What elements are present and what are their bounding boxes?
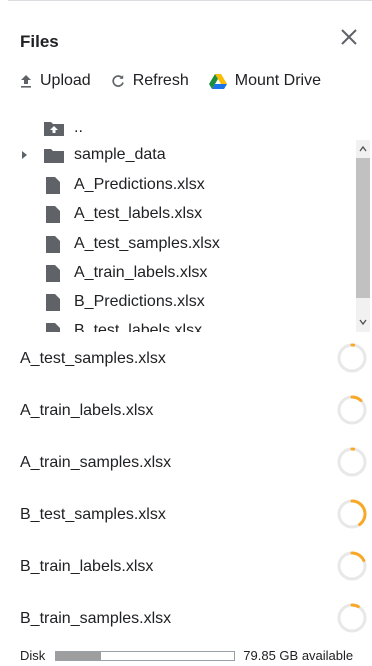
tree-item-label: A_test_labels.xlsx [74, 205, 203, 222]
panel-title: Files [20, 32, 59, 51]
file-icon [46, 265, 60, 282]
upload-row: B_test_samples.xlsx [0, 488, 372, 540]
expand-caret-icon[interactable] [22, 151, 27, 159]
upload-label: Upload [40, 72, 91, 89]
upload-progress-spinner [337, 551, 367, 581]
mount-drive-label: Mount Drive [234, 72, 321, 89]
tree-item-file[interactable]: A_test_labels.xlsx [0, 200, 350, 228]
tree-item-label: sample_data [74, 146, 166, 163]
upload-row: B_train_labels.xlsx [0, 540, 372, 592]
files-toolbar: Upload Refresh Mount Drive [20, 70, 341, 92]
upload-row: A_train_labels.xlsx [0, 384, 372, 436]
upload-progress-spinner [337, 603, 367, 633]
mount-drive-button[interactable]: Mount Drive [208, 72, 321, 90]
upload-icon [21, 75, 31, 88]
folder-icon [44, 149, 64, 163]
disk-label: Disk [20, 648, 46, 663]
upload-row: B_train_samples.xlsx [0, 592, 372, 644]
tree-item-label: A_test_samples.xlsx [74, 235, 220, 252]
upload-button[interactable]: Upload [20, 72, 91, 90]
refresh-icon [112, 75, 124, 87]
disk-available-text: 79.85 GB available [243, 648, 354, 663]
upload-file-name: A_train_labels.xlsx [20, 402, 154, 419]
tree-item-file[interactable]: B_test_labels.xlsx [0, 317, 350, 332]
scrollbar-thumb[interactable] [356, 158, 370, 298]
upload-file-name: A_test_samples.xlsx [20, 350, 166, 367]
upload-progress-spinner [337, 447, 367, 477]
upload-file-name: B_train_labels.xlsx [20, 558, 154, 575]
scroll-down-arrow-icon[interactable] [359, 318, 367, 326]
tree-item-label: B_test_labels.xlsx [74, 322, 203, 332]
tree-item-label: A_Predictions.xlsx [74, 176, 205, 193]
upload-progress-arc [350, 395, 363, 403]
disk-usage: Disk 79.85 GB available [20, 648, 353, 663]
tree-item-sample-data[interactable]: sample_data [0, 141, 350, 169]
upload-progress-arc [350, 499, 367, 527]
tree-item-file[interactable]: B_Predictions.xlsx [0, 288, 350, 316]
tree-item-label: B_Predictions.xlsx [74, 293, 205, 310]
google-drive-icon [208, 73, 227, 89]
folder-up-icon [44, 122, 64, 136]
close-icon[interactable] [338, 26, 360, 48]
tree-parent-dir[interactable]: .. [0, 114, 350, 142]
tree-item-file[interactable]: A_train_labels.xlsx [0, 259, 350, 287]
upload-progress-spinner [337, 343, 367, 373]
upload-progress-spinner [337, 499, 367, 529]
tree-item-label: A_train_labels.xlsx [74, 264, 208, 281]
upload-file-name: B_train_samples.xlsx [20, 610, 172, 627]
file-icon [46, 177, 60, 194]
upload-progress-spinner [337, 395, 367, 425]
refresh-label: Refresh [132, 72, 189, 89]
file-icon [46, 206, 60, 223]
upload-file-name: A_train_samples.xlsx [20, 454, 172, 471]
tree-parent-label: .. [74, 119, 83, 136]
panel-top-divider [8, 0, 372, 1]
file-icon [46, 294, 60, 311]
disk-usage-fill [56, 651, 101, 660]
file-tree: .. sample_data A_Predictions.xlsx A_test… [0, 110, 372, 332]
upload-file-name: B_test_samples.xlsx [20, 506, 166, 523]
upload-row: A_train_samples.xlsx [0, 436, 372, 488]
file-icon [46, 323, 60, 332]
upload-progress-arc [350, 603, 360, 609]
file-icon [46, 236, 60, 253]
tree-item-file[interactable]: A_test_samples.xlsx [0, 230, 350, 258]
tree-scrollbar[interactable] [356, 140, 370, 332]
upload-progress-arc [350, 551, 366, 562]
tree-item-file[interactable]: A_Predictions.xlsx [0, 171, 350, 199]
upload-row: A_test_samples.xlsx [0, 332, 372, 384]
disk-usage-bar [55, 650, 236, 661]
refresh-button[interactable]: Refresh [111, 72, 189, 90]
scroll-up-arrow-icon[interactable] [359, 145, 367, 153]
